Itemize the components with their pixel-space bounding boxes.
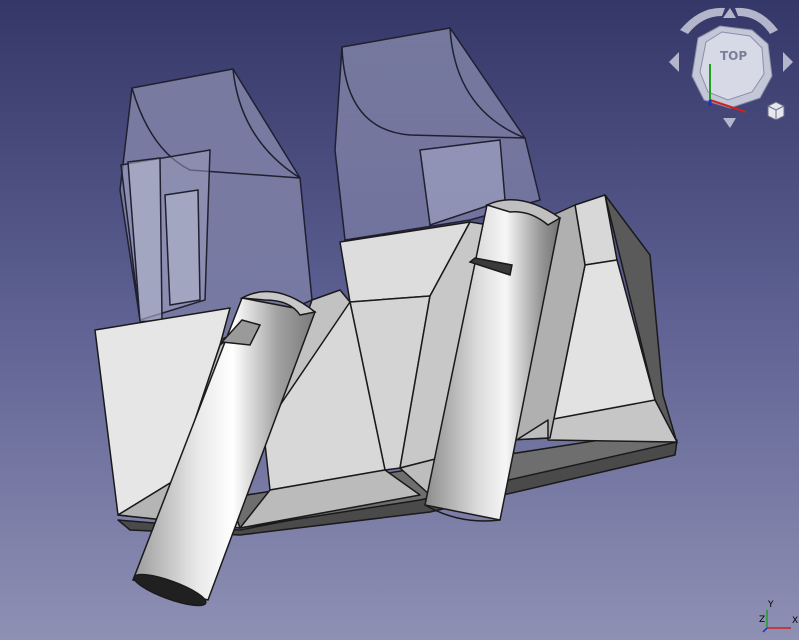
cube-body[interactable]: TOP xyxy=(691,25,773,109)
cube-face-top-label: TOP xyxy=(720,49,747,63)
view-menu-cube-icon[interactable] xyxy=(767,101,785,121)
navigation-cube[interactable]: TOP xyxy=(660,0,799,130)
down-arrow-icon[interactable] xyxy=(723,118,736,128)
right-arrow-icon[interactable] xyxy=(783,52,793,72)
axis-z-label: Z xyxy=(759,615,765,625)
axis-x-label: X xyxy=(792,616,798,626)
up-arrow-icon[interactable] xyxy=(723,8,736,18)
axis-y-label: Y xyxy=(767,600,774,610)
axis-indicator: Y Z X xyxy=(759,600,798,633)
axis-z-line xyxy=(762,627,768,633)
left-arrow-icon[interactable] xyxy=(669,52,679,72)
3d-viewport[interactable]: TOP Y Z X xyxy=(0,0,799,640)
